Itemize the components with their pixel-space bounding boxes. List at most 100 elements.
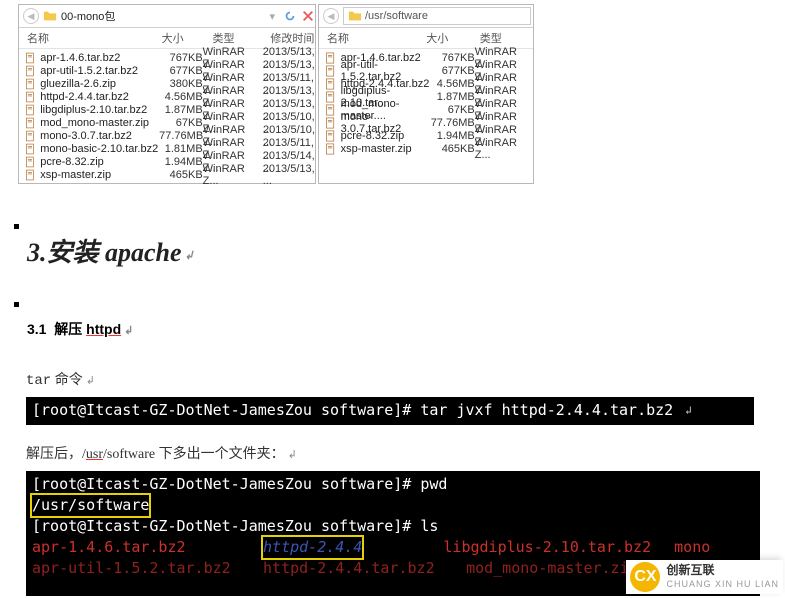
file-size: 1.87MB (160, 104, 203, 116)
h3-number: 3. (27, 238, 47, 267)
pwd-output: /usr/software (32, 495, 149, 516)
header-date: 修改时间 (262, 30, 315, 46)
header-name: 名称 (319, 30, 418, 46)
term-line-3: [root@Itcast-GZ-DotNet-JamesZou software… (32, 516, 752, 537)
path-input: /usr/software (343, 7, 531, 25)
command-text: pwd (420, 475, 447, 493)
return-icon: ↲ (185, 250, 194, 262)
header-name: 名称 (19, 30, 154, 46)
file-name: apr-util-1.5.2.tar.bz2 (40, 65, 160, 77)
prompt: [root@Itcast-GZ-DotNet-JamesZou software… (32, 475, 411, 493)
file-size: 1.81MB (160, 143, 203, 155)
file-type: WinRAR Z... (475, 137, 533, 161)
para2-usr: usr (86, 447, 103, 462)
file-size: 77.76MB (430, 117, 475, 129)
terminal-tar: [root@Itcast-GZ-DotNet-JamesZou software… (26, 397, 754, 425)
heading-3-1: 3.1 解压 httpd↲ (27, 319, 133, 339)
h4-target: httpd (86, 321, 121, 337)
file-list-remote: apr-1.4.6.tar.bz2767KBWinRAR Z...apr-uti… (319, 49, 533, 157)
file-name: xsp-master.zip (341, 143, 430, 155)
page-root: ◀ 00-mono包 ▾ 名称 大小 类型 修改时间 apr-1.4.6.tar… (0, 4, 785, 596)
watermark-text: 创新互联 CHUANG XIN HU LIAN (666, 563, 779, 591)
heading-3-row: 3.安装 apache↲ (0, 184, 785, 269)
file-name: mono-3.0.7.tar.bz2 (40, 130, 159, 142)
pane-local: ◀ 00-mono包 ▾ 名称 大小 类型 修改时间 apr-1.4.6.tar… (18, 4, 316, 184)
para2-pre: 解压后，/ (26, 447, 86, 462)
header-type: 类型 (204, 30, 262, 46)
h4-number: 3.1 (27, 321, 46, 337)
file-size: 4.56MB (430, 78, 475, 90)
back-icon: ◀ (323, 8, 339, 24)
file-size: 67KB (430, 104, 475, 116)
file-type: WinRAR Z... (203, 163, 259, 187)
h4-action: 解压 (54, 321, 82, 337)
file-name: gluezilla-2.6.zip (40, 78, 160, 90)
address-bar: ◀ /usr/software (319, 5, 533, 28)
path-label: 00-mono包 (61, 8, 115, 24)
file-name: mod_mono-master.zip (40, 117, 160, 129)
ls-item: apr-util-1.5.2.tar.bz2 (32, 558, 254, 579)
return-icon: ↲ (685, 404, 692, 417)
file-list-local: apr-1.4.6.tar.bz2767KBWinRAR Z...2013/5/… (19, 49, 315, 183)
header-type: 类型 (472, 30, 533, 46)
return-icon: ↲ (86, 375, 95, 387)
file-name: libgdiplus-2.10.tar.bz2 (40, 104, 160, 116)
para-after-extract: 解压后，/usr/software 下多出一个文件夹：↲ (26, 443, 785, 463)
ls-item: mod_mono-master.zi (466, 559, 629, 577)
file-name: httpd-2.4.4.tar.bz2 (40, 91, 160, 103)
para2-post: /software 下多出一个文件夹： (103, 447, 285, 462)
pane-remote: ◀ /usr/software 名称 大小 类型 apr-1.4.6.tar.b… (318, 4, 534, 184)
folder-icon (43, 9, 57, 23)
file-size: 767KB (160, 52, 203, 64)
file-size: 1.87MB (430, 91, 475, 103)
watermark-sub: CHUANG XIN HU LIAN (666, 577, 779, 591)
file-row: xsp-master.zip465KBWinRAR Z... (319, 142, 533, 155)
ls-item: libgdiplus-2.10.tar.bz2 (443, 538, 651, 556)
file-row: xsp-master.zip465KBWinRAR Z...2013/5/13,… (19, 168, 315, 181)
header-size: 大小 (154, 30, 205, 46)
file-name: pcre-8.32.zip (341, 130, 430, 142)
address-bar: ◀ 00-mono包 ▾ (19, 5, 315, 28)
command-text: ls (420, 517, 438, 535)
tar-keyword: tar (26, 373, 51, 389)
ls-item: apr-1.4.6.tar.bz2 (32, 537, 254, 558)
file-size: 465KB (430, 143, 475, 155)
file-size: 380KB (160, 78, 203, 90)
bullet-icon (14, 302, 19, 307)
file-date: 2013/5/13, ... (259, 163, 315, 187)
prompt: [root@Itcast-GZ-DotNet-JamesZou software… (32, 517, 411, 535)
command-text: tar jvxf httpd-2.4.4.tar.bz2 (420, 401, 673, 419)
file-name: mono-basic-2.10.tar.bz2 (40, 143, 160, 155)
watermark-logo: CX (630, 562, 660, 592)
ls-item: httpd-2.4.4.tar.bz2 (263, 558, 457, 579)
watermark: CX 创新互联 CHUANG XIN HU LIAN (626, 560, 783, 594)
file-size: 77.76MB (159, 130, 203, 142)
term-line-4: apr-1.4.6.tar.bz2 httpd-2.4.4 libgdiplus… (32, 537, 752, 558)
header-size: 大小 (418, 30, 472, 46)
file-size: 4.56MB (160, 91, 203, 103)
file-name: pcre-8.32.zip (40, 156, 160, 168)
ls-item-highlighted: httpd-2.4.4 (263, 538, 362, 556)
refresh-icon (283, 9, 297, 23)
file-size: 677KB (160, 65, 203, 77)
file-size: 677KB (430, 65, 475, 77)
h3-text: 安装 apache (47, 238, 182, 267)
prompt: [root@Itcast-GZ-DotNet-JamesZou software… (32, 401, 411, 419)
return-icon: ↲ (288, 449, 297, 461)
close-icon (301, 9, 315, 23)
return-icon: ↲ (124, 325, 133, 337)
tar-rest: 命令 (51, 373, 83, 388)
watermark-name: 创新互联 (666, 563, 779, 577)
heading-3-1-row: 3.1 解压 httpd↲ (0, 269, 785, 339)
file-size: 1.94MB (430, 130, 475, 142)
file-name: xsp-master.zip (40, 169, 160, 181)
file-name: apr-1.4.6.tar.bz2 (40, 52, 160, 64)
folder-icon (348, 9, 362, 23)
heading-3: 3.安装 apache↲ (27, 232, 194, 269)
file-size: 465KB (160, 169, 203, 181)
term-line-2: /usr/software (32, 495, 752, 516)
file-size: 1.94MB (160, 156, 203, 168)
file-size: 767KB (430, 52, 475, 64)
path-suffix: /usr/software (365, 10, 428, 22)
ls-item: mono (674, 538, 710, 556)
